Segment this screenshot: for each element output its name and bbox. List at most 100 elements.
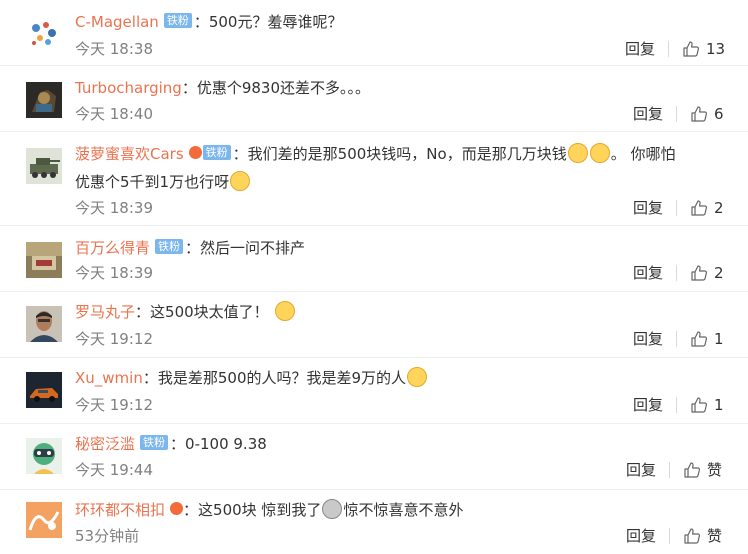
comment-text-line: 菠萝蜜喜欢Cars 铁粉 ：我们差的是那500块钱吗，No，而是那几万块钱 。 你哪怕 [75, 142, 718, 166]
fan-badge[interactable]: 铁粉 [155, 239, 184, 254]
like-count: 6 [714, 105, 724, 123]
reply-button[interactable]: 回复 [633, 198, 663, 218]
comment-text: 500元？羞辱谁呢？ [208, 13, 343, 31]
separator: ： [185, 239, 201, 257]
avatar[interactable] [26, 306, 62, 342]
thumbs-up-icon[interactable] [683, 461, 701, 479]
divider [669, 528, 670, 544]
comment-item: 秘密泛滥 铁粉 ：0-100 9.38 今天 19:44 回复 赞 [0, 424, 748, 490]
username[interactable]: C-Magellan [75, 13, 159, 31]
timestamp: 今天 19:44 [75, 461, 153, 479]
separator: ： [142, 369, 158, 387]
comment-text-line: 环环都不相扣 ：这500块 惊到我了 惊不惊喜意不意外 [75, 498, 718, 522]
emoji-icon [274, 301, 295, 321]
reply-button[interactable]: 回复 [626, 526, 656, 546]
separator: ： [170, 435, 186, 453]
comment-text-line: Xu_wmin：我是差那500的人吗？我是差9万的人 [75, 366, 718, 390]
username[interactable]: 秘密泛滥 [75, 435, 135, 453]
avatar[interactable] [26, 502, 62, 538]
timestamp: 今天 18:40 [75, 105, 153, 123]
divider [669, 462, 670, 478]
comment-text: 然后一问不排产 [200, 239, 306, 257]
like-count: 1 [714, 396, 724, 414]
comment-text: 我们差的是那500块钱吗，No，而是那几万块钱 [247, 145, 567, 163]
reply-button[interactable]: 回复 [633, 329, 663, 349]
like-count: 13 [706, 40, 726, 58]
fan-badge[interactable]: 铁粉 [140, 435, 169, 450]
reply-button[interactable]: 回复 [625, 39, 655, 59]
comment-text-line-2: 优惠个5千到1万也行呀 [75, 170, 718, 194]
like-label[interactable]: 赞 [707, 460, 722, 480]
avatar[interactable] [26, 242, 62, 278]
comment-text: 优惠个9830还差不多。。。 [196, 79, 371, 97]
comment-text-line: 秘密泛滥 铁粉 ：0-100 9.38 [75, 432, 718, 456]
timestamp: 今天 18:38 [75, 40, 153, 58]
vip-icon [170, 502, 184, 515]
avatar[interactable] [26, 438, 62, 474]
thumbs-up-icon[interactable] [690, 264, 708, 282]
separator: ： [232, 145, 248, 163]
timestamp: 今天 19:12 [75, 330, 153, 348]
thumbs-up-icon[interactable] [690, 105, 708, 123]
vip-icon [188, 146, 202, 159]
comment-text: 我是差那500的人吗？我是差9万的人 [157, 369, 407, 387]
divider [676, 106, 677, 122]
timestamp: 今天 19:12 [75, 396, 153, 414]
username[interactable]: 菠萝蜜喜欢Cars [75, 145, 184, 163]
like-count: 1 [714, 330, 724, 348]
fan-badge[interactable]: 铁粉 [163, 13, 192, 28]
timestamp: 今天 18:39 [75, 199, 153, 217]
separator: ： [193, 13, 209, 31]
comment-item: 百万么得青 铁粉 ：然后一问不排产 今天 18:39 回复 2 [0, 226, 748, 292]
comment-text-line: C-Magellan 铁粉 ：500元？羞辱谁呢？ [75, 10, 718, 34]
comment-text-continued: 。 你哪怕 [610, 145, 676, 163]
comment-text-continued: 惊不惊喜意不意外 [343, 501, 464, 519]
comment-text: 0-100 9.38 [185, 435, 267, 453]
comment-text: 优惠个5千到1万也行呀 [75, 173, 230, 191]
comment-item: Turbocharging：优惠个9830还差不多。。。 今天 18:40 回复… [0, 66, 748, 132]
emoji-icon [589, 143, 610, 163]
reply-button[interactable]: 回复 [633, 104, 663, 124]
username[interactable]: 环环都不相扣 [75, 501, 165, 519]
comment-item: C-Magellan 铁粉 ：500元？羞辱谁呢？ 今天 18:38 回复 13 [0, 0, 748, 66]
username[interactable]: Turbocharging [75, 79, 182, 97]
thumbs-up-icon[interactable] [690, 330, 708, 348]
thumbs-up-icon[interactable] [690, 396, 708, 414]
emoji-icon [567, 143, 588, 163]
comment-item: 罗马丸子：这500块太值了！ 今天 19:12 回复 1 [0, 292, 748, 358]
emoji-icon [230, 171, 251, 191]
username[interactable]: 百万么得青 [75, 239, 150, 257]
timestamp: 53分钟前 [75, 527, 140, 545]
reply-button[interactable]: 回复 [633, 395, 663, 415]
divider [668, 41, 669, 57]
thumbs-up-icon[interactable] [690, 199, 708, 217]
fan-badge[interactable]: 铁粉 [202, 145, 231, 160]
like-label[interactable]: 赞 [707, 526, 722, 546]
comment-text: 这500块 惊到我了 [198, 501, 322, 519]
username[interactable]: Xu_wmin [75, 369, 143, 387]
comment-text-line: Turbocharging：优惠个9830还差不多。。。 [75, 76, 718, 100]
avatar[interactable] [26, 16, 62, 52]
comment-item: 环环都不相扣 ：这500块 惊到我了 惊不惊喜意不意外 53分钟前 回复 赞 [0, 490, 748, 554]
separator: ： [135, 303, 151, 321]
avatar[interactable] [26, 148, 62, 184]
emoji-icon [407, 367, 428, 387]
divider [676, 265, 677, 281]
avatar[interactable] [26, 372, 62, 408]
divider [676, 200, 677, 216]
divider [676, 397, 677, 413]
comment-item: 菠萝蜜喜欢Cars 铁粉 ：我们差的是那500块钱吗，No，而是那几万块钱 。 你哪怕… [0, 132, 748, 226]
username[interactable]: 罗马丸子 [75, 303, 135, 321]
separator: ： [183, 501, 199, 519]
reply-button[interactable]: 回复 [633, 263, 663, 283]
comment-text: 这500块太值了！ [150, 303, 269, 321]
thumbs-up-icon[interactable] [683, 527, 701, 545]
avatar[interactable] [26, 82, 62, 118]
reply-button[interactable]: 回复 [626, 460, 656, 480]
thumbs-up-icon[interactable] [682, 40, 700, 58]
like-count: 2 [714, 199, 724, 217]
timestamp: 今天 18:39 [75, 264, 153, 282]
comment-item: Xu_wmin：我是差那500的人吗？我是差9万的人 今天 19:12 回复 1 [0, 358, 748, 424]
like-count: 2 [714, 264, 724, 282]
separator: ： [181, 79, 197, 97]
